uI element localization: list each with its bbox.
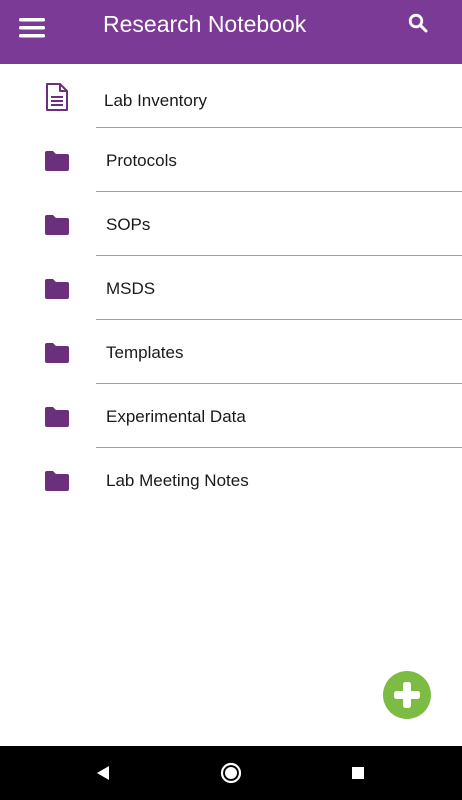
- list-item-msds[interactable]: MSDS: [0, 256, 462, 320]
- recents-square-icon: [352, 767, 364, 779]
- folder-icon: [44, 404, 70, 430]
- list-item-lab-meeting-notes[interactable]: Lab Meeting Notes: [0, 448, 462, 512]
- back-triangle-icon: [97, 766, 109, 780]
- app-screen: Research Notebook Lab Inventory Protocol…: [0, 0, 462, 800]
- item-label: SOPs: [106, 215, 151, 234]
- document-icon: [44, 83, 70, 111]
- back-button[interactable]: [88, 758, 118, 788]
- search-button[interactable]: [400, 5, 436, 41]
- app-bar: Research Notebook: [0, 0, 462, 64]
- list-item-lab-inventory[interactable]: Lab Inventory: [0, 64, 462, 128]
- folder-icon: [44, 340, 70, 366]
- item-label: Protocols: [106, 151, 177, 170]
- list-item-templates[interactable]: Templates: [0, 320, 462, 384]
- folder-icon: [44, 148, 70, 174]
- page-title: Research Notebook: [103, 11, 307, 37]
- add-button[interactable]: [383, 671, 431, 719]
- menu-button[interactable]: [14, 10, 50, 46]
- notebook-list: Lab Inventory Protocols SOPs MSDS Templa…: [0, 64, 462, 512]
- list-item-experimental-data[interactable]: Experimental Data: [0, 384, 462, 448]
- plus-icon: [394, 682, 420, 708]
- list-item-protocols[interactable]: Protocols: [0, 128, 462, 192]
- item-label: MSDS: [106, 279, 156, 298]
- search-icon: [408, 13, 428, 33]
- home-button[interactable]: [216, 758, 246, 788]
- list-item-sops[interactable]: SOPs: [0, 192, 462, 256]
- item-label: Templates: [106, 343, 184, 362]
- item-label: Experimental Data: [106, 407, 246, 426]
- recents-button[interactable]: [343, 758, 373, 788]
- item-label: Lab Inventory: [104, 91, 208, 110]
- folder-icon: [44, 212, 70, 238]
- home-circle-icon: [220, 762, 242, 784]
- folder-icon: [44, 468, 70, 494]
- system-navigation-bar: [0, 746, 462, 800]
- folder-icon: [44, 276, 70, 302]
- hamburger-menu-icon: [19, 18, 45, 38]
- item-label: Lab Meeting Notes: [106, 471, 249, 490]
